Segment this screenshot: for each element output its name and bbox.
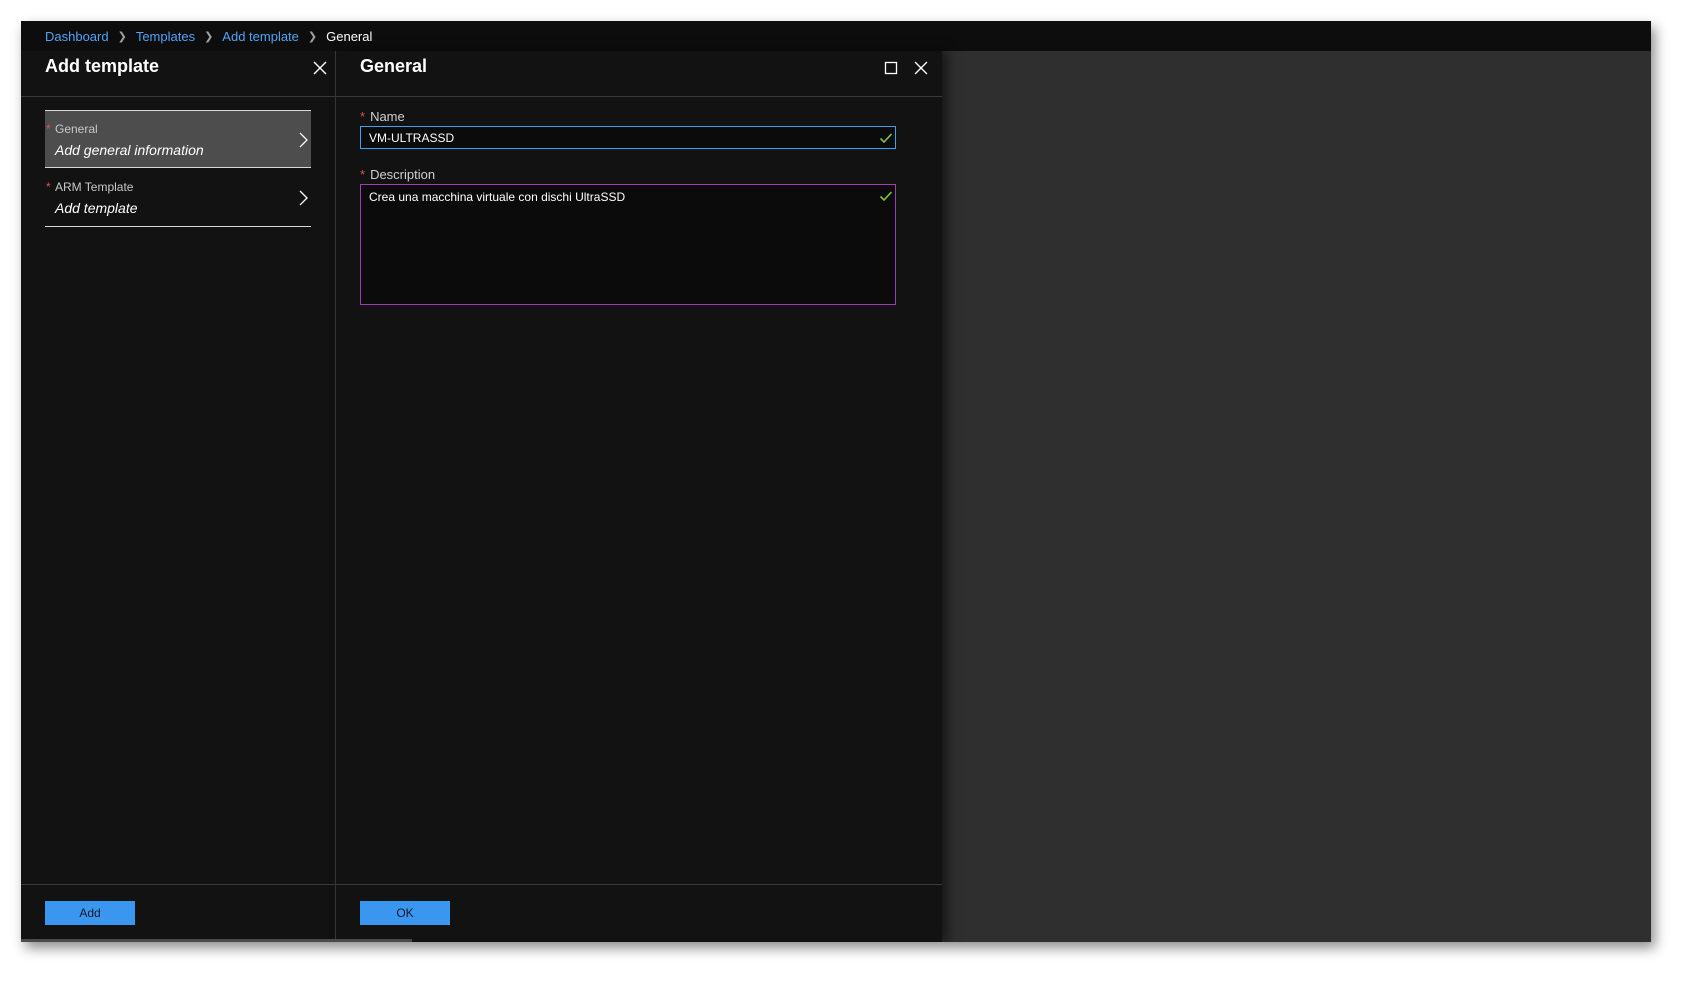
close-blade-button[interactable] <box>912 59 930 77</box>
add-template-blade: Add template * General Add general infor… <box>21 51 336 942</box>
close-icon <box>914 61 928 75</box>
chevron-right-icon <box>297 131 309 149</box>
step-name: General <box>55 122 98 136</box>
general-blade: General *Name *Description Crea una macc… <box>336 51 942 942</box>
blade-title: General <box>360 56 428 76</box>
portal-window: Dashboard ❯ Templates ❯ Add template ❯ G… <box>21 21 1651 942</box>
breadcrumb-add-template[interactable]: Add template <box>222 29 299 44</box>
step-description: Add template <box>55 200 138 216</box>
checkmark-icon <box>879 132 893 144</box>
close-blade-button[interactable] <box>311 59 329 77</box>
chevron-right-icon: ❯ <box>204 30 214 43</box>
horizontal-scrollbar[interactable] <box>21 939 412 942</box>
breadcrumb-dashboard[interactable]: Dashboard <box>45 29 109 44</box>
name-label: * Name <box>360 109 405 124</box>
chevron-right-icon: ❯ <box>117 30 127 43</box>
maximize-icon <box>884 61 898 75</box>
description-label: * Description <box>360 167 436 182</box>
add-button[interactable]: Add <box>45 901 135 925</box>
breadcrumb-templates[interactable]: Templates <box>136 29 195 44</box>
blade-footer: Add <box>21 884 335 942</box>
step-name: ARM Template <box>55 180 134 194</box>
maximize-button[interactable] <box>882 59 900 77</box>
step-arm-template[interactable]: * ARM Template Add template <box>45 169 311 227</box>
description-textarea[interactable]: Crea una macchina virtuale con dischi Ul… <box>360 184 896 305</box>
blade-header: General <box>336 51 942 97</box>
checkmark-icon <box>879 190 893 202</box>
step-description: Add general information <box>55 142 204 158</box>
step-general[interactable]: * General Add general information <box>45 110 311 168</box>
ok-button[interactable]: OK <box>360 901 450 925</box>
blade-title: Add template <box>45 56 160 76</box>
breadcrumb-current: General <box>326 28 373 44</box>
required-star: * <box>46 122 51 136</box>
breadcrumb: Dashboard ❯ Templates ❯ Add template ❯ G… <box>21 21 1651 51</box>
chevron-right-icon: ❯ <box>307 30 318 43</box>
blade-header: Add template <box>21 51 335 97</box>
required-star: * <box>46 180 51 194</box>
blade-footer: OK <box>336 884 942 942</box>
required-star: * <box>360 109 366 124</box>
close-icon <box>313 61 327 75</box>
name-input[interactable] <box>360 126 896 149</box>
required-star: * <box>360 167 366 182</box>
chevron-right-icon <box>297 189 309 207</box>
